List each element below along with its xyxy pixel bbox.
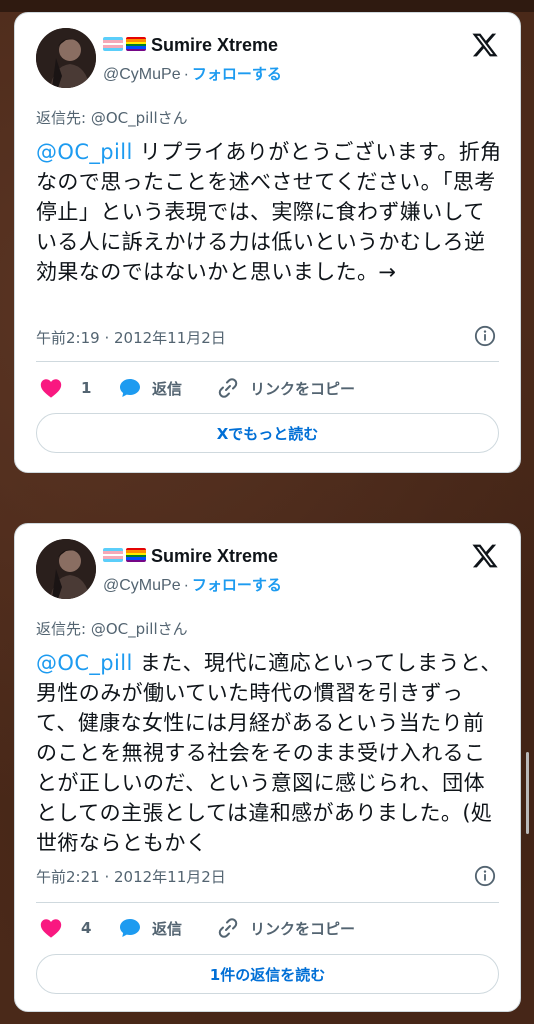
- rainbow-flag-icon: [126, 548, 146, 562]
- like-count: 4: [81, 919, 92, 937]
- reply-bubble-icon: [120, 379, 140, 397]
- rainbow-flag-icon: [126, 37, 146, 51]
- display-name[interactable]: Sumire Xtreme: [151, 546, 278, 567]
- tweet-body: また、現代に適応といってしまうと、男性のみが働いていた時代の慣習を引きずって、健…: [36, 651, 502, 855]
- top-bar: [0, 0, 534, 12]
- read-replies-button[interactable]: 1件の返信を読む: [36, 954, 499, 994]
- like-button[interactable]: 1: [39, 374, 91, 402]
- tweet-text: @OC_pill また、現代に適応といってしまうと、男性のみが働いていた時代の慣…: [36, 648, 504, 858]
- follow-button[interactable]: フォローする: [192, 576, 282, 594]
- tweet-text: @OC_pill リプライありがとうございます。折角なので思ったことを述べさせて…: [36, 137, 504, 287]
- reply-bubble-icon: [120, 919, 140, 937]
- heart-icon: [40, 919, 62, 938]
- like-button[interactable]: 4: [39, 914, 91, 942]
- info-icon[interactable]: [474, 325, 496, 347]
- tweet-card[interactable]: Sumire Xtreme @CyMuPe · フォローする 返信先: @OC_pi…: [14, 523, 521, 1012]
- reply-to-label: 返信先: @OC_pillさん: [36, 109, 188, 127]
- profile-flags: [103, 548, 146, 562]
- scrollbar[interactable]: [526, 752, 529, 834]
- avatar[interactable]: [36, 28, 96, 88]
- reply-button[interactable]: 返信: [118, 374, 182, 402]
- read-more-button[interactable]: Xでもっと読む: [36, 413, 499, 453]
- separator: ·: [183, 577, 189, 594]
- user-handle[interactable]: @CyMuPe: [103, 577, 181, 594]
- reply-label: 返信: [152, 379, 183, 398]
- reply-to-label: 返信先: @OC_pillさん: [36, 620, 188, 638]
- copy-link-label: リンクをコピー: [250, 919, 356, 938]
- heart-icon: [40, 379, 62, 398]
- tweet-card[interactable]: Sumire Xtreme @CyMuPe · フォローする 返信先: @OC_pi…: [14, 12, 521, 473]
- link-icon: [218, 378, 238, 398]
- info-icon[interactable]: [474, 865, 496, 887]
- reply-label: 返信: [152, 919, 183, 938]
- mention-link[interactable]: @OC_pill: [36, 140, 133, 164]
- handle-row: @CyMuPe · フォローする: [103, 63, 282, 84]
- x-logo-icon[interactable]: [470, 542, 500, 570]
- user-handle[interactable]: @CyMuPe: [103, 66, 181, 83]
- display-name[interactable]: Sumire Xtreme: [151, 35, 278, 56]
- profile-flags: [103, 37, 146, 51]
- avatar[interactable]: [36, 539, 96, 599]
- divider: [36, 902, 499, 903]
- link-icon: [218, 918, 238, 938]
- timestamp[interactable]: 午前2:19 · 2012年11月2日: [36, 327, 226, 348]
- transgender-flag-icon: [103, 37, 123, 51]
- transgender-flag-icon: [103, 548, 123, 562]
- copy-link-label: リンクをコピー: [250, 379, 356, 398]
- like-count: 1: [81, 379, 92, 397]
- copy-link-button[interactable]: リンクをコピー: [216, 914, 355, 942]
- x-logo-icon[interactable]: [470, 31, 500, 59]
- timestamp[interactable]: 午前2:21 · 2012年11月2日: [36, 866, 226, 887]
- handle-row: @CyMuPe · フォローする: [103, 574, 282, 595]
- divider: [36, 361, 499, 362]
- separator: ·: [183, 66, 189, 83]
- follow-button[interactable]: フォローする: [192, 65, 282, 83]
- reply-button[interactable]: 返信: [118, 914, 182, 942]
- mention-link[interactable]: @OC_pill: [36, 651, 133, 675]
- action-bar: 1 返信 リンクをコピー: [36, 374, 506, 402]
- action-bar: 4 返信 リンクをコピー: [36, 914, 506, 942]
- copy-link-button[interactable]: リンクをコピー: [216, 374, 355, 402]
